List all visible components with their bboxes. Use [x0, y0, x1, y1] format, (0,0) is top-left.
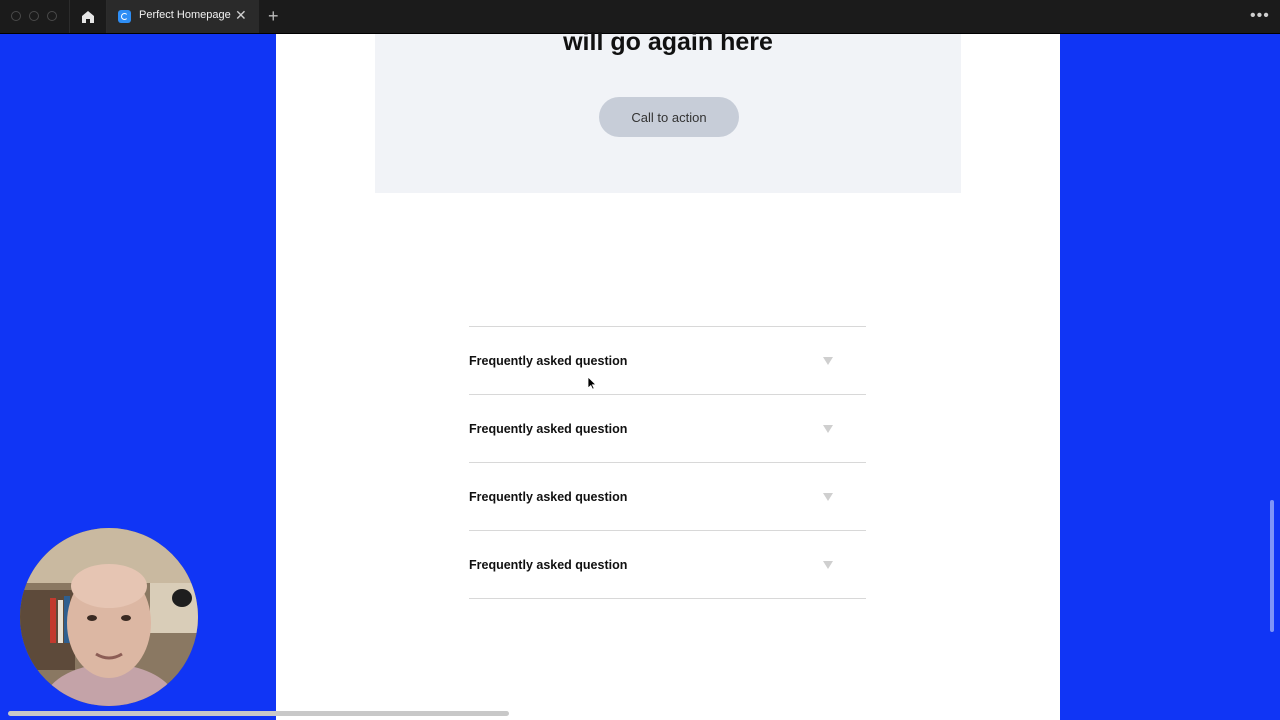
chevron-down-icon[interactable]	[823, 561, 833, 569]
faq-question: Frequently asked question	[469, 422, 628, 436]
webcam-overlay	[20, 528, 198, 706]
tab-title: Perfect Homepage	[139, 9, 231, 21]
presenter-video-image	[20, 528, 198, 706]
divider	[69, 0, 70, 33]
site-favicon-icon	[118, 10, 131, 23]
faq-item[interactable]: Frequently asked question	[469, 530, 866, 599]
faq-question: Frequently asked question	[469, 558, 628, 572]
vertical-scrollbar[interactable]	[1270, 500, 1274, 632]
call-to-action-button[interactable]: Call to action	[599, 97, 739, 137]
tab-perfect-homepage[interactable]: Perfect Homepage ✕	[107, 0, 259, 33]
close-window-button[interactable]	[11, 11, 21, 21]
chevron-down-icon[interactable]	[823, 357, 833, 365]
horizontal-scrollbar[interactable]	[8, 711, 509, 716]
minimize-window-button[interactable]	[29, 11, 39, 21]
chevron-down-icon[interactable]	[823, 493, 833, 501]
zoom-window-button[interactable]	[47, 11, 57, 21]
faq-item[interactable]: Frequently asked question	[469, 462, 866, 530]
cta-section: will go again here Call to action	[375, 28, 961, 193]
more-options-icon[interactable]: •••	[1250, 7, 1270, 25]
tab-close-icon[interactable]: ✕	[235, 7, 247, 24]
chevron-down-icon[interactable]	[823, 425, 833, 433]
faq-question: Frequently asked question	[469, 490, 628, 504]
faq-list: Frequently asked question Frequently ask…	[469, 326, 866, 599]
mouse-cursor-icon	[587, 376, 597, 390]
faq-question: Frequently asked question	[469, 354, 628, 368]
cta-heading: will go again here	[563, 28, 773, 56]
home-icon[interactable]	[79, 8, 97, 26]
faq-item[interactable]: Frequently asked question	[469, 326, 866, 394]
page-canvas: will go again here Call to action Freque…	[276, 28, 1060, 720]
new-tab-button[interactable]: +	[268, 6, 279, 27]
faq-item[interactable]: Frequently asked question	[469, 394, 866, 462]
